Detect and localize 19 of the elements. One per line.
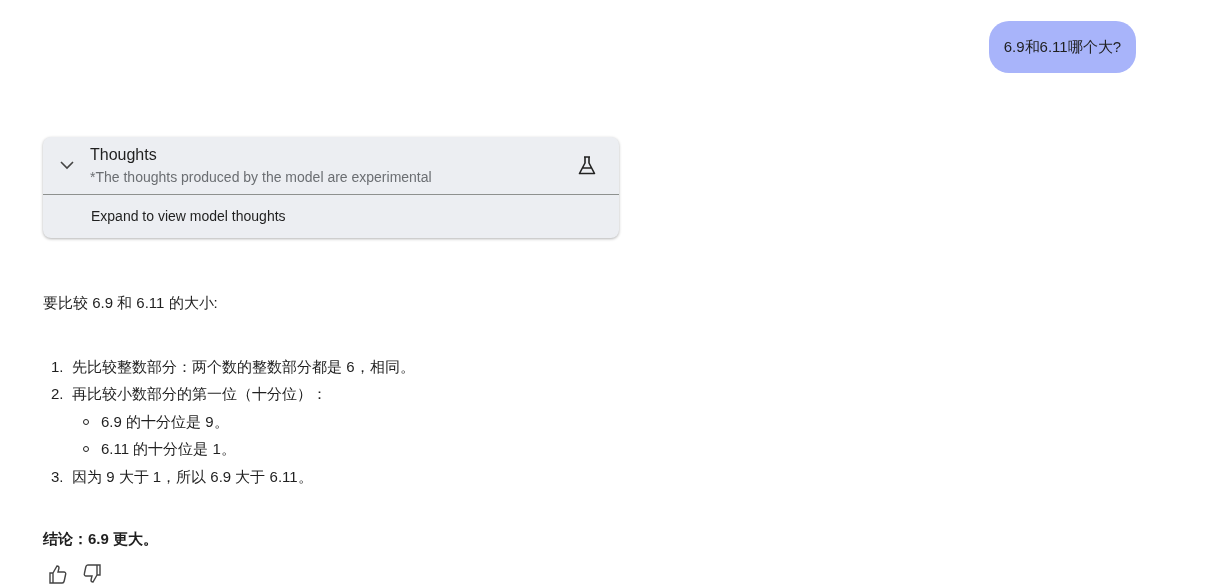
list-number: 1. [51, 356, 65, 377]
list-item-text: 先比较整数部分：两个数的整数部分都是 6，相同。 [72, 356, 415, 377]
thumbs-down-icon [82, 563, 102, 584]
list-number: 3. [51, 466, 65, 487]
user-message-bubble: 6.9和6.11哪个大? [988, 21, 1136, 73]
list-item-text: 再比较小数部分的第一位（十分位）： [72, 384, 327, 404]
thumbs-up-button[interactable] [47, 562, 69, 585]
expand-thoughts-link[interactable]: Expand to view model thoughts [91, 206, 286, 227]
list-number: 2. [51, 384, 65, 404]
list-item-text: 6.9 的十分位是 9。 [101, 411, 229, 432]
flask-icon [578, 156, 596, 175]
thoughts-note: *The thoughts produced by the model are experimental [90, 168, 433, 186]
list-item-text: 6.11 的十分位是 1。 [101, 439, 236, 459]
answer-conclusion: 结论：6.9 更大。 [43, 528, 160, 549]
thoughts-title: Thoughts [90, 145, 158, 165]
thumbs-down-button[interactable] [81, 562, 103, 585]
thumbs-up-icon [48, 563, 68, 584]
list-item-text: 因为 9 大于 1，所以 6.9 大于 6.11。 [72, 466, 313, 487]
answer-intro: 要比较 6.9 和 6.11 的大小: [43, 293, 219, 313]
